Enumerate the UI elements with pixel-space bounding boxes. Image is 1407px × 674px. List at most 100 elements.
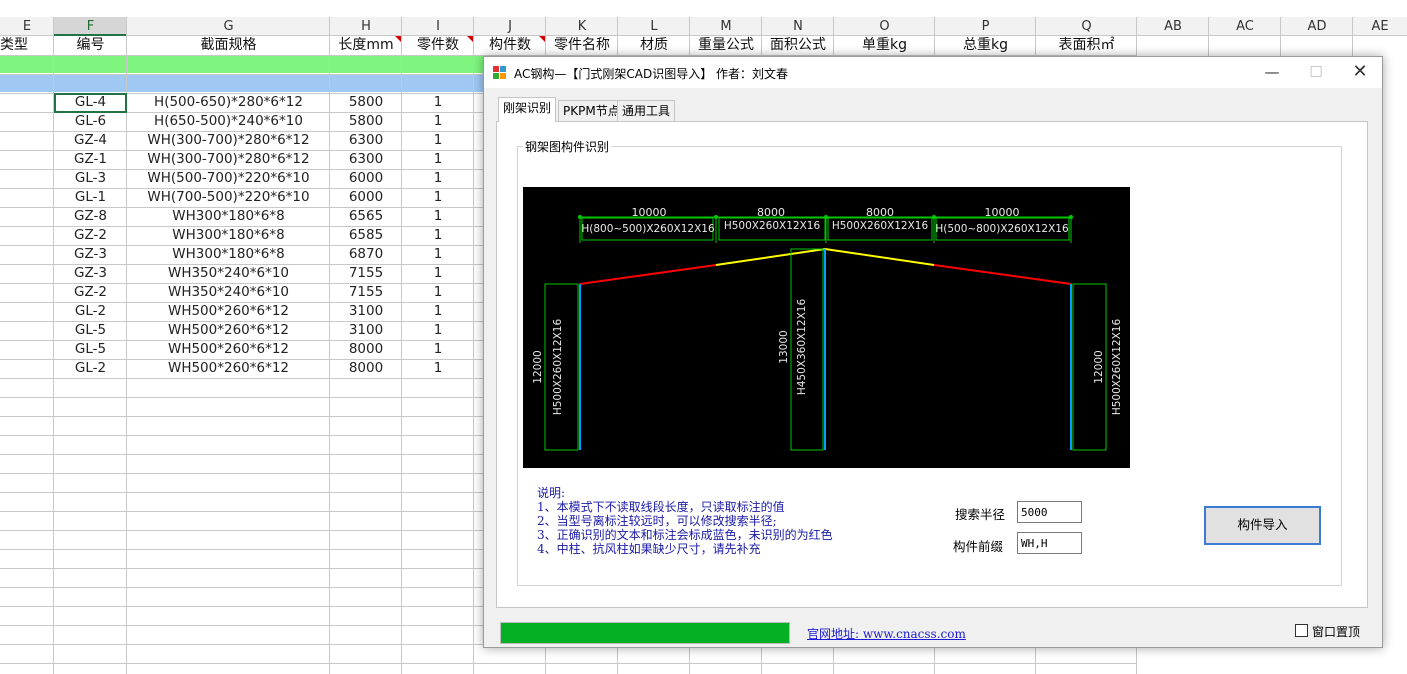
column-letter-G[interactable]: G — [127, 17, 330, 36]
cell-id[interactable]: GZ-2 — [54, 226, 127, 245]
cell-id[interactable]: GZ-1 — [54, 150, 127, 169]
column-letter-AE[interactable]: AE — [1353, 17, 1407, 36]
cell-spec[interactable]: WH(300-700)*280*6*12 — [127, 150, 330, 169]
active-cell-border[interactable] — [54, 93, 127, 113]
header-cell[interactable]: 材质 — [618, 36, 690, 55]
maximize-button[interactable]: ☐ — [1294, 57, 1338, 88]
cell-qty[interactable]: 1 — [402, 150, 474, 169]
cell-spec[interactable]: WH500*260*6*12 — [127, 340, 330, 359]
cell-len[interactable]: 6300 — [330, 131, 402, 150]
column-letter-E[interactable]: E — [0, 17, 54, 36]
cell-len[interactable]: 8000 — [330, 359, 402, 378]
column-letter-AD[interactable]: AD — [1281, 17, 1353, 36]
header-cell[interactable]: 编号 — [54, 36, 127, 55]
column-letter-H[interactable]: H — [330, 17, 402, 36]
cell-qty[interactable]: 1 — [402, 264, 474, 283]
cell-id[interactable]: GZ-4 — [54, 131, 127, 150]
cell-id[interactable]: GZ-3 — [54, 264, 127, 283]
cell-spec[interactable]: H(650-500)*240*6*10 — [127, 112, 330, 131]
cell-spec[interactable]: WH300*180*6*8 — [127, 207, 330, 226]
close-button[interactable]: ✕ — [1338, 57, 1382, 88]
cell-len[interactable]: 3100 — [330, 321, 402, 340]
column-letter-N[interactable]: N — [762, 17, 834, 36]
cell-qty[interactable]: 1 — [402, 321, 474, 340]
cell-len[interactable]: 5800 — [330, 112, 402, 131]
cell-qty[interactable]: 1 — [402, 340, 474, 359]
cell-len[interactable]: 6000 — [330, 188, 402, 207]
tab-frame-recognition[interactable]: 刚架识别 — [498, 97, 557, 122]
cell-len[interactable]: 6565 — [330, 207, 402, 226]
column-letter-Q[interactable]: Q — [1036, 17, 1137, 36]
column-letter-K[interactable]: K — [546, 17, 618, 36]
cell-id[interactable]: GZ-8 — [54, 207, 127, 226]
cell-spec[interactable]: WH(500-700)*220*6*10 — [127, 169, 330, 188]
minimize-button[interactable]: — — [1250, 57, 1294, 88]
header-cell[interactable]: 零件数 — [402, 36, 474, 55]
cell-qty[interactable]: 1 — [402, 302, 474, 321]
cell-id[interactable]: GL-3 — [54, 169, 127, 188]
search-radius-input[interactable] — [1017, 501, 1082, 523]
cell-spec[interactable]: WH500*260*6*12 — [127, 321, 330, 340]
column-letter-P[interactable]: P — [935, 17, 1036, 36]
column-letter-J[interactable]: J — [474, 17, 546, 36]
cell-len[interactable]: 5800 — [330, 93, 402, 112]
cell-id[interactable]: GL-5 — [54, 340, 127, 359]
column-letter-O[interactable]: O — [834, 17, 935, 36]
tab-pkpm-node[interactable]: PKPM节点 — [558, 100, 625, 121]
cell-id[interactable]: GL-1 — [54, 188, 127, 207]
cell-len[interactable]: 3100 — [330, 302, 402, 321]
cell-len[interactable]: 6870 — [330, 245, 402, 264]
cell-spec[interactable]: WH500*260*6*12 — [127, 302, 330, 321]
topmost-checkbox[interactable] — [1295, 624, 1308, 637]
cell-spec[interactable]: WH(700-500)*220*6*10 — [127, 188, 330, 207]
cell-len[interactable]: 7155 — [330, 264, 402, 283]
cell-qty[interactable]: 1 — [402, 359, 474, 378]
cell-spec[interactable]: WH(300-700)*280*6*12 — [127, 131, 330, 150]
cell-id[interactable]: GL-2 — [54, 302, 127, 321]
cell-qty[interactable]: 1 — [402, 207, 474, 226]
cell-spec[interactable]: H(500-650)*280*6*12 — [127, 93, 330, 112]
header-cell[interactable]: 截面规格 — [127, 36, 330, 55]
column-letter-L[interactable]: L — [618, 17, 690, 36]
prefix-input[interactable] — [1017, 532, 1082, 554]
cell-id[interactable]: GL-5 — [54, 321, 127, 340]
cell-id[interactable]: GZ-2 — [54, 283, 127, 302]
website-link[interactable]: 官网地址: www.cnacss.com — [807, 625, 966, 642]
cell-spec[interactable]: WH300*180*6*8 — [127, 245, 330, 264]
column-letter-I[interactable]: I — [402, 17, 474, 36]
header-cell[interactable]: 单重kg — [834, 36, 935, 55]
cell-qty[interactable]: 1 — [402, 188, 474, 207]
cell-qty[interactable]: 1 — [402, 245, 474, 264]
tab-general-tools[interactable]: 通用工具 — [617, 100, 676, 121]
cell-qty[interactable]: 1 — [402, 226, 474, 245]
header-cell[interactable]: 重量公式 — [690, 36, 762, 55]
column-letter-AC[interactable]: AC — [1209, 17, 1281, 36]
cell-len[interactable]: 6300 — [330, 150, 402, 169]
cell-len[interactable]: 8000 — [330, 340, 402, 359]
cell-spec[interactable]: WH300*180*6*8 — [127, 226, 330, 245]
import-button[interactable]: 构件导入 — [1204, 506, 1321, 545]
cell-qty[interactable]: 1 — [402, 283, 474, 302]
cell-qty[interactable]: 1 — [402, 169, 474, 188]
cell-qty[interactable]: 1 — [402, 131, 474, 150]
cell-spec[interactable]: WH350*240*6*10 — [127, 264, 330, 283]
cell-id[interactable]: GL-2 — [54, 359, 127, 378]
header-cell[interactable]: 总重kg — [935, 36, 1036, 55]
column-letter-M[interactable]: M — [690, 17, 762, 36]
ac-steel-dialog[interactable]: AC钢构—【门式刚架CAD识图导入】 作者：刘文春 — ☐ ✕ 刚架识别 PKP… — [483, 56, 1383, 648]
header-cell[interactable]: 构件数 — [474, 36, 546, 55]
header-cell[interactable]: 零件名称 — [546, 36, 618, 55]
dialog-titlebar[interactable]: AC钢构—【门式刚架CAD识图导入】 作者：刘文春 — ☐ ✕ — [484, 57, 1382, 88]
column-letter-AB[interactable]: AB — [1137, 17, 1209, 36]
cell-len[interactable]: 6000 — [330, 169, 402, 188]
header-cell[interactable]: 面积公式 — [762, 36, 834, 55]
cell-spec[interactable]: WH500*260*6*12 — [127, 359, 330, 378]
cell-len[interactable]: 7155 — [330, 283, 402, 302]
cell-id[interactable]: GZ-3 — [54, 245, 127, 264]
header-cell[interactable]: 表面积㎡ — [1036, 36, 1137, 55]
column-letter-F[interactable]: F — [54, 17, 127, 36]
header-cell[interactable]: 长度mm — [330, 36, 402, 55]
cell-id[interactable]: GL-6 — [54, 112, 127, 131]
cell-qty[interactable]: 1 — [402, 112, 474, 131]
header-cell[interactable]: 面类型 — [0, 36, 54, 55]
